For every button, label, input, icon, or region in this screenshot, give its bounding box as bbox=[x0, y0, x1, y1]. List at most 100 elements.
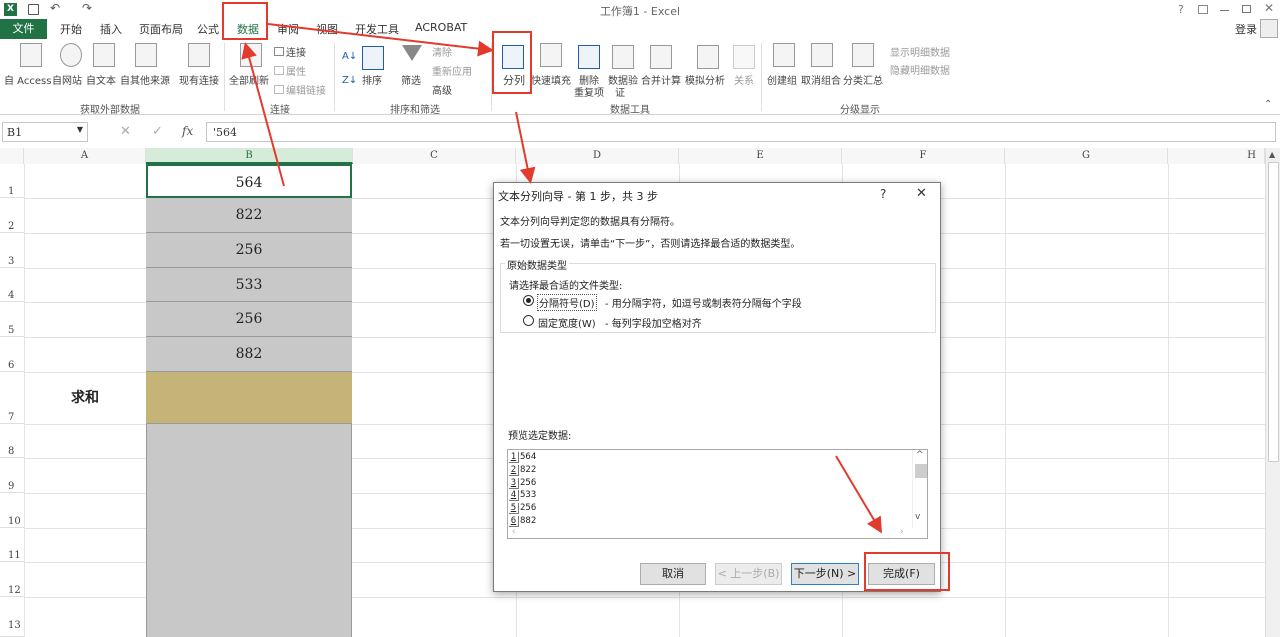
column-header-g[interactable]: G bbox=[1005, 148, 1168, 164]
from-access-button[interactable]: 自 Access bbox=[4, 72, 51, 87]
next-button[interactable]: 下一步(N) > bbox=[791, 563, 859, 585]
edit-links-button[interactable]: 编辑链接 bbox=[274, 82, 326, 97]
group-button[interactable]: 创建组 bbox=[767, 72, 797, 87]
relationships-button[interactable]: 关系 bbox=[734, 72, 754, 87]
insert-function-icon[interactable]: fx bbox=[182, 124, 193, 138]
vertical-scrollbar[interactable]: ▲ bbox=[1265, 148, 1280, 637]
cell-b5[interactable]: 256 bbox=[146, 302, 352, 337]
sort-za-icon[interactable]: Z↓ bbox=[342, 75, 357, 86]
tab-view[interactable]: 视图 bbox=[316, 21, 338, 37]
delimited-option-label[interactable]: 分隔符号(D) bbox=[537, 294, 597, 311]
sort-button[interactable]: 排序 bbox=[362, 72, 382, 87]
tab-acrobat[interactable]: ACROBAT bbox=[415, 21, 467, 34]
show-detail-button[interactable]: 显示明细数据 bbox=[890, 44, 950, 59]
cell-b6[interactable]: 882 bbox=[146, 337, 352, 372]
scroll-down-icon[interactable]: v bbox=[915, 512, 920, 522]
confirm-entry-icon[interactable]: ✓ bbox=[152, 124, 163, 139]
scrollbar-thumb[interactable] bbox=[1268, 162, 1279, 462]
minimize-icon[interactable] bbox=[1220, 10, 1229, 11]
cell-b2[interactable]: 822 bbox=[146, 198, 352, 233]
tab-formulas[interactable]: 公式 bbox=[197, 21, 219, 37]
from-text-button[interactable]: 自文本 bbox=[86, 72, 116, 87]
scroll-left-icon[interactable]: ‹ bbox=[512, 527, 516, 537]
collapse-ribbon-icon[interactable]: ⌃ bbox=[1264, 99, 1272, 110]
row-header-4[interactable]: 4 bbox=[0, 268, 24, 302]
column-header-e[interactable]: E bbox=[679, 148, 842, 164]
row-header-5[interactable]: 5 bbox=[0, 302, 24, 337]
ribbon-display-icon[interactable] bbox=[1198, 5, 1208, 14]
cell-a7-sum-label[interactable]: 求和 bbox=[24, 372, 146, 424]
cells-b8-b13[interactable] bbox=[146, 424, 352, 637]
column-header-h[interactable]: H bbox=[1168, 148, 1265, 164]
row-header-2[interactable]: 2 bbox=[0, 198, 24, 233]
back-button[interactable]: < 上一步(B) bbox=[715, 563, 782, 585]
scroll-up-icon[interactable]: ▲ bbox=[1269, 150, 1275, 159]
fixed-width-option-label[interactable]: 固定宽度(W) bbox=[538, 315, 596, 330]
row-header-10[interactable]: 10 bbox=[0, 493, 24, 528]
row-header-9[interactable]: 9 bbox=[0, 458, 24, 493]
tab-home[interactable]: 开始 bbox=[60, 21, 82, 37]
row-header-12[interactable]: 12 bbox=[0, 562, 24, 597]
from-other-sources-button[interactable]: 自其他来源 bbox=[120, 72, 170, 87]
row-header-1[interactable]: 1 bbox=[0, 164, 24, 198]
row-header-7[interactable]: 7 bbox=[0, 372, 24, 424]
cell-b3[interactable]: 256 bbox=[146, 233, 352, 268]
scroll-up-icon[interactable]: ^ bbox=[916, 450, 924, 460]
restore-icon[interactable] bbox=[1242, 5, 1251, 13]
cancel-button[interactable]: 取消 bbox=[640, 563, 706, 585]
existing-connections-button[interactable]: 现有连接 bbox=[179, 72, 219, 87]
preview-box[interactable]: 1 564 2 822 3 256 4 533 5 256 6 882 ^ v ‹ › bbox=[507, 449, 928, 539]
column-header-a[interactable]: A bbox=[24, 148, 146, 164]
refresh-all-button[interactable]: 全部刷新 bbox=[229, 72, 269, 87]
hide-detail-button[interactable]: 隐藏明细数据 bbox=[890, 62, 950, 77]
tab-insert[interactable]: 插入 bbox=[100, 21, 122, 37]
column-header-c[interactable]: C bbox=[353, 148, 516, 164]
tab-page-layout[interactable]: 页面布局 bbox=[139, 21, 183, 37]
sort-az-icon[interactable]: A↓ bbox=[342, 51, 357, 62]
remove-duplicates-label-2[interactable]: 重复项 bbox=[574, 84, 604, 99]
tab-review[interactable]: 审阅 bbox=[277, 21, 299, 37]
cell-b7-sum[interactable] bbox=[146, 372, 352, 424]
from-web-button[interactable]: 自网站 bbox=[52, 72, 82, 87]
properties-button[interactable]: 属性 bbox=[274, 63, 306, 78]
row-header-11[interactable]: 11 bbox=[0, 528, 24, 562]
close-icon[interactable]: ✕ bbox=[1264, 1, 1274, 15]
delimited-radio[interactable] bbox=[523, 295, 534, 306]
ungroup-button[interactable]: 取消组合 bbox=[801, 72, 841, 87]
preview-hscroll[interactable]: ‹ › bbox=[508, 527, 912, 538]
column-header-f[interactable]: F bbox=[842, 148, 1005, 164]
advanced-filter-button[interactable]: 高级 bbox=[432, 82, 452, 97]
reapply-button[interactable]: 重新应用 bbox=[432, 63, 472, 78]
cancel-entry-icon[interactable]: ✕ bbox=[120, 124, 131, 139]
filter-button[interactable]: 筛选 bbox=[401, 72, 421, 87]
row-header-13[interactable]: 13 bbox=[0, 597, 24, 637]
scroll-right-icon[interactable]: › bbox=[900, 527, 904, 537]
column-header-b[interactable]: B bbox=[146, 148, 353, 164]
clear-filter-button[interactable]: 清除 bbox=[432, 44, 452, 59]
dialog-help-icon[interactable]: ? bbox=[880, 187, 886, 201]
row-header-3[interactable]: 3 bbox=[0, 233, 24, 268]
tab-file[interactable]: 文件 bbox=[0, 19, 47, 39]
cell-b1[interactable]: 564 bbox=[146, 164, 352, 198]
connections-button[interactable]: 连接 bbox=[274, 44, 306, 59]
flash-fill-button[interactable]: 快速填充 bbox=[531, 72, 571, 87]
cell-b4[interactable]: 533 bbox=[146, 268, 352, 302]
name-box[interactable]: B1 ▼ bbox=[2, 122, 88, 142]
tab-developer[interactable]: 开发工具 bbox=[355, 21, 399, 37]
dialog-close-icon[interactable]: ✕ bbox=[916, 186, 927, 201]
avatar[interactable] bbox=[1260, 19, 1278, 38]
what-if-analysis-button[interactable]: 模拟分析 bbox=[685, 72, 725, 87]
row-header-8[interactable]: 8 bbox=[0, 424, 24, 458]
formula-input[interactable]: '564 bbox=[206, 122, 1276, 142]
fixed-width-radio[interactable] bbox=[523, 315, 534, 326]
column-header-d[interactable]: D bbox=[516, 148, 679, 164]
help-icon[interactable]: ? bbox=[1178, 3, 1184, 16]
preview-scroll-thumb[interactable] bbox=[915, 464, 927, 478]
row-header-6[interactable]: 6 bbox=[0, 337, 24, 372]
select-all-corner[interactable] bbox=[0, 148, 24, 164]
consolidate-button[interactable]: 合并计算 bbox=[641, 72, 681, 87]
data-validation-label-2[interactable]: 证 bbox=[615, 84, 625, 99]
preview-vscroll[interactable]: ^ v bbox=[912, 450, 927, 528]
login-link[interactable]: 登录 bbox=[1235, 21, 1257, 37]
subtotal-button[interactable]: 分类汇总 bbox=[843, 72, 883, 87]
